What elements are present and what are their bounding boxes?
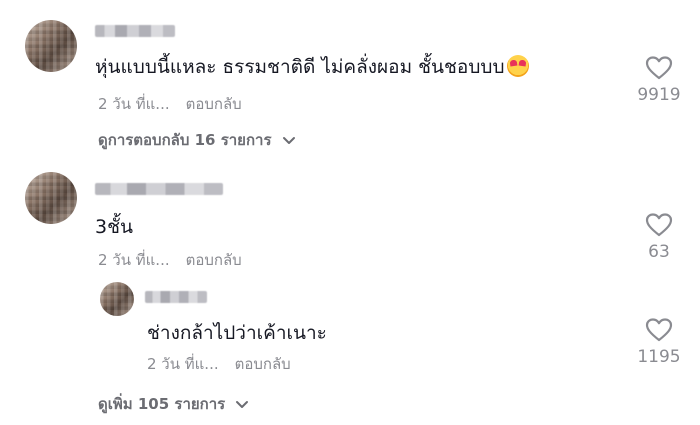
- like-button[interactable]: 1195: [629, 317, 689, 367]
- comment-meta: 2 วัน ที่แ... ตอบกลับ: [98, 92, 242, 116]
- like-count: 63: [648, 242, 670, 262]
- heart-outline-icon: [645, 318, 673, 342]
- comment-item: 3ชั้น 2 วัน ที่แ... ตอบกลับ 63 ช่างกล้าไป…: [0, 160, 700, 425]
- reply-text: ช่างกล้าไปว่าเค้าเนาะ: [147, 322, 327, 344]
- reply-button[interactable]: ตอบกลับ: [186, 251, 242, 269]
- username-blurred[interactable]: [95, 25, 175, 37]
- like-count: 1195: [637, 347, 681, 367]
- timestamp: 2 วัน ที่แ...: [98, 95, 170, 113]
- like-count: 9919: [637, 85, 681, 105]
- comment-text: หุ่นแบบนี้แหละ ธรรมชาติดี ไม่คลั่งผอม ชั…: [95, 52, 529, 82]
- comment-meta: 2 วัน ที่แ... ตอบกลับ: [98, 248, 242, 272]
- chevron-down-icon: [236, 401, 249, 408]
- view-more-button[interactable]: ดูเพิ่ม 105 รายการ: [98, 392, 249, 416]
- like-button[interactable]: 63: [629, 212, 689, 262]
- reply-item: ช่างกล้าไปว่าเค้าเนาะ 2 วัน ที่แ... ตอบกล…: [0, 280, 700, 380]
- avatar[interactable]: [100, 282, 134, 316]
- view-more-label: ดูเพิ่ม 105 รายการ: [98, 395, 226, 413]
- heart-outline-icon: [645, 213, 673, 237]
- reply-meta: 2 วัน ที่แ... ตอบกลับ: [147, 352, 291, 376]
- comment-item: หุ่นแบบนี้แหละ ธรรมชาติดี ไม่คลั่งผอม ชั…: [0, 0, 700, 160]
- timestamp: 2 วัน ที่แ...: [147, 355, 219, 373]
- comment-text: 3ชั้น: [95, 216, 133, 238]
- like-button[interactable]: 9919: [629, 55, 689, 105]
- reply-button[interactable]: ตอบกลับ: [235, 355, 291, 373]
- timestamp: 2 วัน ที่แ...: [98, 251, 170, 269]
- avatar[interactable]: [25, 20, 77, 72]
- view-replies-button[interactable]: ดูการตอบกลับ 16 รายการ: [98, 128, 296, 152]
- smiling-face-with-hearts-icon: [506, 55, 529, 77]
- username-blurred[interactable]: [95, 183, 223, 195]
- heart-outline-icon: [645, 56, 673, 80]
- chevron-down-icon: [282, 137, 295, 144]
- reply-button[interactable]: ตอบกลับ: [186, 95, 242, 113]
- username-blurred[interactable]: [145, 291, 207, 303]
- view-replies-label: ดูการตอบกลับ 16 รายการ: [98, 131, 272, 149]
- avatar[interactable]: [25, 172, 77, 224]
